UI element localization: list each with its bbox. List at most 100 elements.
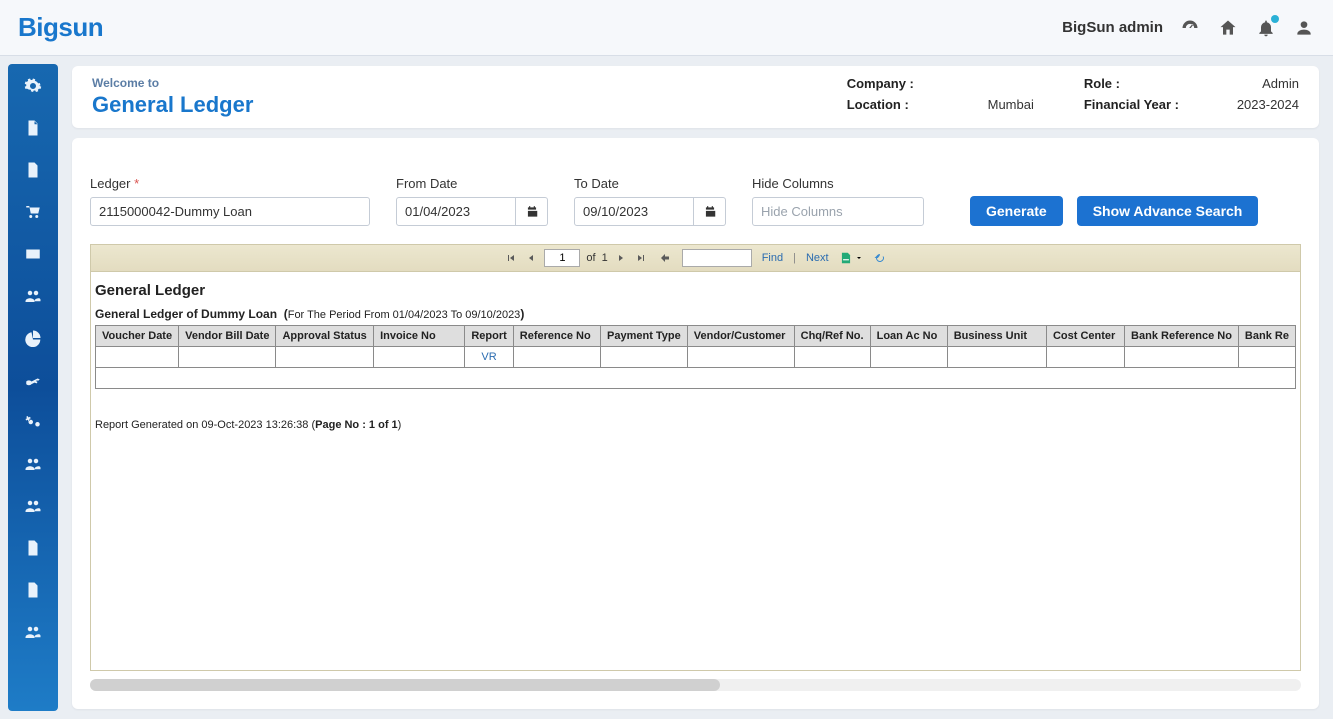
generate-button[interactable]: Generate	[970, 196, 1063, 226]
hide-columns-input[interactable]	[752, 197, 924, 226]
table-cell	[276, 347, 374, 368]
doc3-icon[interactable]	[23, 580, 43, 600]
next-page-icon[interactable]	[614, 251, 628, 265]
sidebar	[8, 64, 58, 711]
first-page-icon[interactable]	[504, 251, 518, 265]
to-date-label: To Date	[574, 176, 726, 191]
page-heading-block: Welcome to General Ledger	[92, 76, 253, 118]
report-pager: of 1	[504, 249, 647, 267]
table-cell: VR	[465, 347, 513, 368]
find-input[interactable]	[682, 249, 752, 267]
location-label: Location :	[847, 97, 914, 112]
fy-value: 2023-2024	[1229, 97, 1299, 112]
location-value: Mumbai	[964, 97, 1034, 112]
column-header: Cost Center	[1046, 326, 1124, 347]
ledger-table: Voucher DateVendor Bill DateApproval Sta…	[95, 325, 1296, 389]
page-number-input[interactable]	[544, 249, 580, 267]
doc2-icon[interactable]	[23, 538, 43, 558]
bell-icon[interactable]	[1255, 17, 1277, 39]
column-header: Bank Reference No	[1125, 326, 1239, 347]
card-icon[interactable]	[23, 244, 43, 264]
main: Welcome to General Ledger Company : Role…	[58, 56, 1333, 719]
back-icon[interactable]	[658, 251, 672, 265]
pie-icon[interactable]	[23, 328, 43, 348]
welcome-text: Welcome to	[92, 76, 253, 90]
users2-icon[interactable]	[23, 454, 43, 474]
report-subtitle: General Ledger of Dummy Loan (For The Pe…	[91, 307, 1300, 325]
calendar-icon	[703, 205, 717, 219]
cogs-icon[interactable]	[23, 412, 43, 432]
topbar-right: BigSun admin	[1062, 17, 1315, 39]
column-header: Approval Status	[276, 326, 374, 347]
file-icon[interactable]	[23, 118, 43, 138]
horizontal-scrollbar[interactable]	[90, 679, 1301, 691]
column-header: Business Unit	[947, 326, 1046, 347]
total-pages: 1	[602, 252, 608, 264]
column-header: Chq/Ref No.	[794, 326, 870, 347]
username: BigSun admin	[1062, 19, 1163, 36]
table-cell	[513, 347, 600, 368]
dashboard-icon[interactable]	[1179, 17, 1201, 39]
column-header: Vendor Bill Date	[179, 326, 276, 347]
from-date-input[interactable]	[396, 197, 516, 226]
ledger-input[interactable]	[90, 197, 370, 226]
table-cell	[1125, 347, 1239, 368]
from-date-picker-button[interactable]	[516, 197, 548, 226]
table-cell	[1238, 347, 1295, 368]
to-date-field: To Date	[574, 176, 726, 226]
ledger-label: Ledger *	[90, 176, 370, 191]
report-body: General Ledger General Ledger of Dummy L…	[90, 272, 1301, 671]
table-row	[96, 368, 1296, 389]
company-label: Company :	[847, 76, 914, 91]
find-link[interactable]: Find	[762, 252, 783, 264]
table-cell	[96, 368, 1296, 389]
table-cell	[947, 347, 1046, 368]
report-toolbar: of 1 Find | Next	[90, 244, 1301, 272]
export-button[interactable]	[839, 251, 863, 265]
content-panel: Ledger * From Date To Date	[72, 138, 1319, 709]
show-advance-search-button[interactable]: Show Advance Search	[1077, 196, 1259, 226]
to-date-input[interactable]	[574, 197, 694, 226]
scrollbar-thumb[interactable]	[90, 679, 720, 691]
role-value: Admin	[1229, 76, 1299, 91]
users3-icon[interactable]	[23, 496, 43, 516]
users-icon[interactable]	[23, 286, 43, 306]
report-footer: Report Generated on 09-Oct-2023 13:26:38…	[91, 389, 1300, 431]
filter-buttons: Generate Show Advance Search	[970, 196, 1258, 226]
page-title: General Ledger	[92, 92, 253, 118]
report-title: General Ledger	[91, 282, 1300, 307]
meta-grid: Company : Role : Admin Location : Mumbai…	[847, 76, 1299, 112]
find-next-link[interactable]: Next	[806, 252, 829, 264]
column-header: Loan Ac No	[870, 326, 947, 347]
table-cell	[601, 347, 688, 368]
table-cell	[96, 347, 179, 368]
column-header: Voucher Date	[96, 326, 179, 347]
prev-page-icon[interactable]	[524, 251, 538, 265]
fy-label: Financial Year :	[1084, 97, 1179, 112]
from-date-label: From Date	[396, 176, 548, 191]
filter-row: Ledger * From Date To Date	[90, 176, 1301, 226]
user-icon[interactable]	[1293, 17, 1315, 39]
cart-icon[interactable]	[23, 202, 43, 222]
home-icon[interactable]	[1217, 17, 1239, 39]
notification-dot	[1271, 15, 1279, 23]
table-cell	[1046, 347, 1124, 368]
document-icon[interactable]	[23, 160, 43, 180]
last-page-icon[interactable]	[634, 251, 648, 265]
table-cell	[870, 347, 947, 368]
company-value	[964, 76, 1034, 91]
ledger-field: Ledger *	[90, 176, 370, 226]
role-label: Role :	[1084, 76, 1179, 91]
users4-icon[interactable]	[23, 622, 43, 642]
refresh-icon[interactable]	[873, 251, 887, 265]
of-label: of	[586, 252, 595, 264]
brand-logo: Bigsun	[18, 12, 103, 43]
hide-columns-field: Hide Columns	[752, 176, 924, 226]
column-header: Bank Re	[1238, 326, 1295, 347]
loan-icon[interactable]	[23, 370, 43, 390]
table-cell	[687, 347, 794, 368]
gear-icon[interactable]	[23, 76, 43, 96]
to-date-picker-button[interactable]	[694, 197, 726, 226]
column-header: Invoice No	[374, 326, 465, 347]
table-row: VR	[96, 347, 1296, 368]
